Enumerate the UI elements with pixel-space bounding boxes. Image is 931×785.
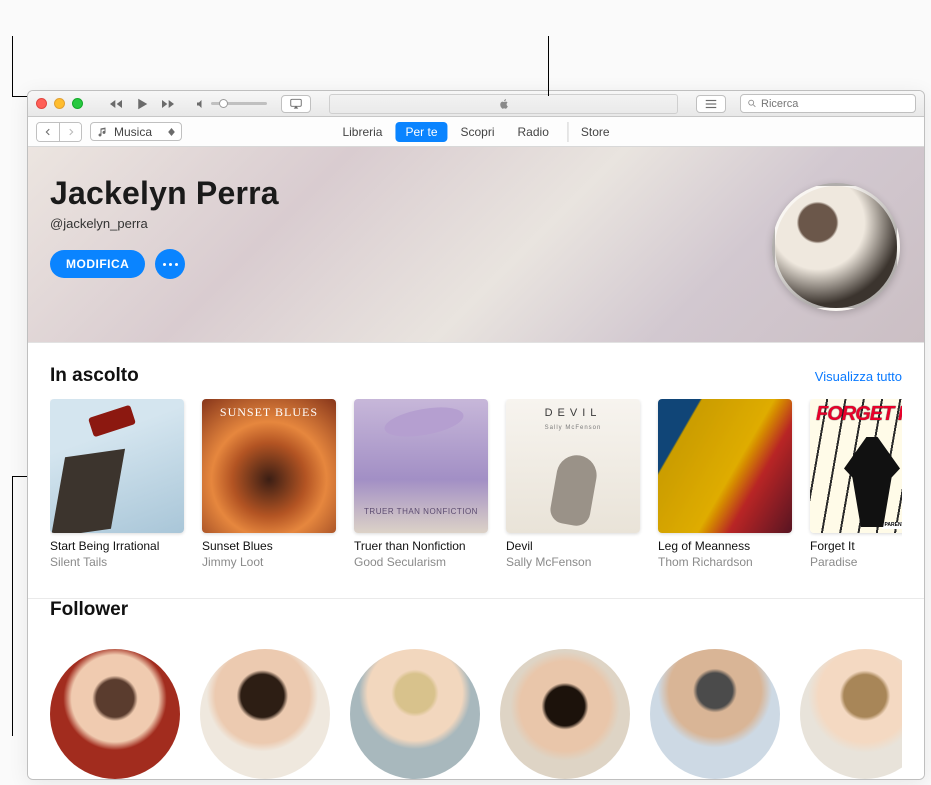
chevron-right-icon [66,127,76,137]
album-title: Forget It [810,539,902,555]
previous-track-button[interactable] [107,95,125,113]
volume-control[interactable] [195,98,267,110]
album-artist: Silent Tails [50,555,184,571]
tab-library[interactable]: Libreria [332,122,392,142]
cover-text: SUNSET BLUES [202,405,336,420]
album-cover: DEVIL Sally McFenson [506,399,640,533]
album-artist: Good Secularism [354,555,488,571]
follower-avatar[interactable] [500,649,630,779]
close-window-button[interactable] [36,98,47,109]
follower-avatar[interactable] [800,649,902,779]
album-artist: Sally McFenson [506,555,640,571]
profile-avatar[interactable] [772,183,900,311]
follower-avatar[interactable] [50,649,180,779]
search-field[interactable] [740,94,916,113]
airplay-button[interactable] [281,95,311,113]
more-actions-button[interactable] [155,249,185,279]
search-icon [747,98,757,109]
chevron-left-icon [43,127,53,137]
section-title-followers: Follower [50,599,128,621]
nav-back-button[interactable] [37,123,59,141]
cover-subtext: Sally McFenson [506,425,640,431]
followers-section: Follower [28,599,924,779]
follower-avatar[interactable] [200,649,330,779]
edit-profile-button[interactable]: MODIFICA [50,250,145,278]
profile-header: Jackelyn Perra @jackelyn_perra MODIFICA [28,147,924,343]
album-cover [50,399,184,533]
album-title: Leg of Meanness [658,539,792,555]
search-input[interactable] [761,98,909,110]
album-item[interactable]: Leg of Meanness Thom Richardson [658,399,792,570]
playback-controls [107,95,177,113]
follower-avatar[interactable] [350,649,480,779]
album-artist: Paradise [810,555,902,571]
parental-advisory-badge: PARENTAL ADVISORY [882,522,902,529]
album-cover: FORGET IT PARENTAL ADVISORY [810,399,902,533]
cover-text: FORGET IT [816,403,902,426]
tab-browse[interactable]: Scopri [450,122,504,142]
section-title-listening: In ascolto [50,365,139,387]
window-controls [36,98,83,109]
nav-tabs: Libreria Per te Scopri Radio Store [332,122,619,142]
album-item[interactable]: TRUER THAN NONFICTION Truer than Nonfict… [354,399,488,570]
album-title: Devil [506,539,640,555]
album-cover: SUNSET BLUES [202,399,336,533]
follower-avatar[interactable] [650,649,780,779]
album-item[interactable]: SUNSET BLUES Sunset Blues Jimmy Loot [202,399,336,570]
itunes-window: Musica Libreria Per te Scopri Radio Stor… [27,90,925,780]
see-all-link[interactable]: Visualizza tutto [815,369,902,384]
now-playing-display [329,94,678,114]
titlebar [28,91,924,117]
volume-slider[interactable] [211,102,267,105]
album-item[interactable]: Start Being Irrational Silent Tails [50,399,184,570]
cover-text: TRUER THAN NONFICTION [354,507,488,517]
cover-text: DEVIL [506,407,640,419]
album-title: Start Being Irrational [50,539,184,555]
follower-row [50,633,902,779]
album-artist: Jimmy Loot [202,555,336,571]
media-type-label: Musica [114,125,152,139]
tab-radio[interactable]: Radio [508,122,559,142]
list-icon [704,97,718,111]
nav-history [36,122,82,142]
tab-store[interactable]: Store [568,122,620,142]
album-cover: TRUER THAN NONFICTION [354,399,488,533]
album-cover [658,399,792,533]
airplay-icon [289,97,303,111]
navigation-bar: Musica Libreria Per te Scopri Radio Stor… [28,117,924,147]
volume-icon [195,98,207,110]
apple-logo-icon [497,97,511,111]
play-button[interactable] [133,95,151,113]
album-row: Start Being Irrational Silent Tails SUNS… [50,399,902,570]
zoom-window-button[interactable] [72,98,83,109]
album-artist: Thom Richardson [658,555,792,571]
album-item[interactable]: DEVIL Sally McFenson Devil Sally McFenso… [506,399,640,570]
chevron-updown-icon [168,128,175,136]
content-scroll[interactable]: In ascolto Visualizza tutto Start Being … [28,343,924,779]
music-note-icon [97,126,109,138]
nav-forward-button[interactable] [59,123,81,141]
tab-for-you[interactable]: Per te [395,122,447,142]
next-track-button[interactable] [159,95,177,113]
album-title: Sunset Blues [202,539,336,555]
album-title: Truer than Nonfiction [354,539,488,555]
album-item[interactable]: FORGET IT PARENTAL ADVISORY Forget It Pa… [810,399,902,570]
list-view-button[interactable] [696,95,726,113]
listening-section: In ascolto Visualizza tutto Start Being … [28,365,924,590]
minimize-window-button[interactable] [54,98,65,109]
media-type-selector[interactable]: Musica [90,122,182,141]
profile-display-name: Jackelyn Perra [50,175,902,212]
